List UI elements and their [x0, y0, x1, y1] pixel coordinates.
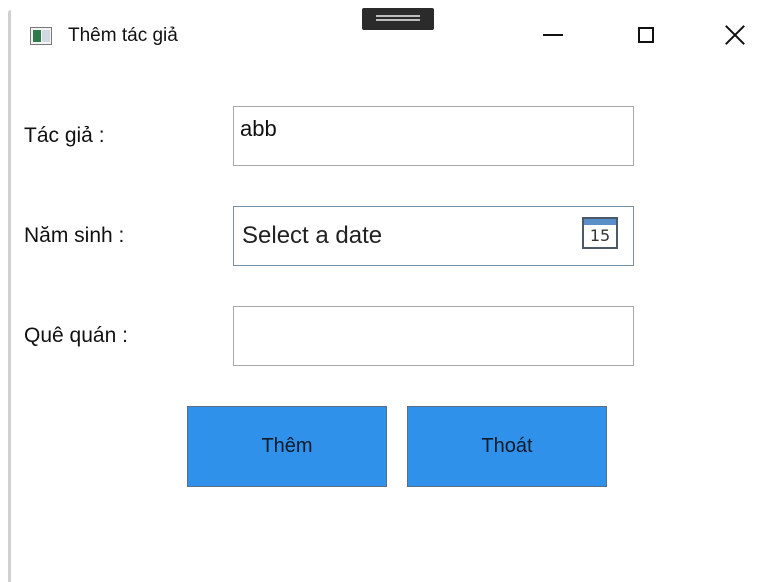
maximize-button[interactable]	[623, 15, 669, 55]
maximize-icon	[638, 27, 654, 43]
window-left-edge	[8, 10, 11, 582]
author-label: Tác giả :	[24, 124, 105, 147]
hometown-label: Quê quán :	[24, 324, 128, 347]
close-button[interactable]	[712, 15, 758, 55]
calendar-icon[interactable]: 15	[582, 217, 618, 249]
author-input[interactable]	[233, 106, 634, 166]
app-window-icon	[30, 27, 52, 45]
birth-year-label: Năm sinh :	[24, 224, 125, 247]
hometown-input[interactable]	[233, 306, 634, 366]
exit-button[interactable]: Thoát	[407, 406, 607, 487]
date-placeholder: Select a date	[242, 222, 383, 249]
drag-handle-icon[interactable]	[362, 8, 434, 30]
title-bar[interactable]: Thêm tác giả	[0, 0, 767, 70]
add-author-window: Thêm tác giả Tác giả : abb Năm sinh : Se…	[0, 0, 767, 582]
minimize-button[interactable]	[530, 15, 576, 55]
calendar-day-number: 15	[589, 226, 611, 245]
birth-year-datepicker[interactable]: Select a date 15	[233, 206, 634, 266]
close-icon	[724, 24, 746, 46]
minimize-icon	[543, 34, 563, 36]
window-title: Thêm tác giả	[68, 25, 178, 46]
add-button[interactable]: Thêm	[187, 406, 387, 487]
